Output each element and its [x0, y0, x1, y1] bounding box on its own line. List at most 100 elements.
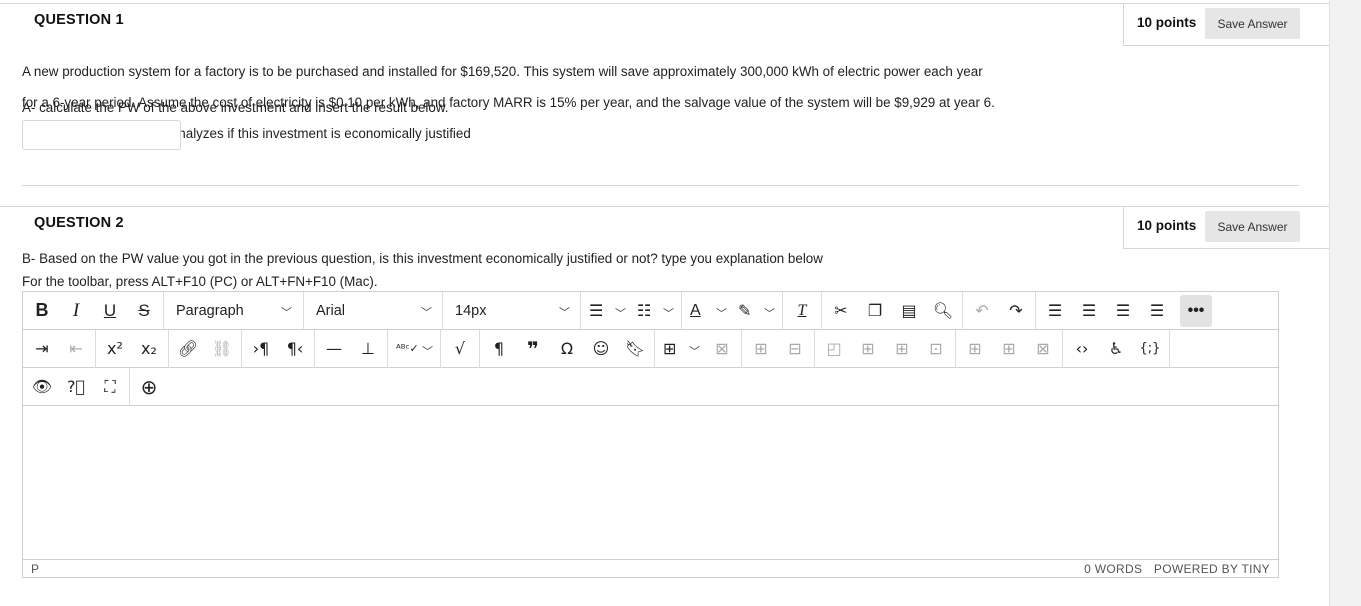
font-size-select[interactable]: 14px ﹀	[445, 296, 578, 326]
toolbar-group-lists: ☰ ﹀ ☷ ﹀	[581, 291, 682, 330]
word-count[interactable]: 0 WORDS	[1084, 562, 1142, 576]
clear-format-icon[interactable]: T	[785, 296, 819, 326]
paragraph-mark-icon[interactable]: ¶	[482, 334, 516, 364]
status-path[interactable]: P	[31, 562, 39, 576]
toolbar-group-view: 👁︎ ?⃝ ⛶	[23, 367, 130, 406]
question-1-title: QUESTION 1	[34, 12, 124, 28]
align-right-icon[interactable]: ☰	[1106, 296, 1140, 326]
font-family-select[interactable]: Arial ﹀	[306, 296, 440, 326]
align-left-icon[interactable]: ☰	[1038, 296, 1072, 326]
toolbar-group-history: ↶ ↷	[963, 291, 1036, 330]
toolbar-group-chars: ¶ ❞ Ω ☺ 🔖︎	[480, 329, 655, 368]
bold-icon[interactable]: B	[25, 296, 59, 326]
rtl-icon[interactable]: ¶‹	[278, 334, 312, 364]
paste-icon[interactable]: ▤	[892, 296, 926, 326]
toolbar-group-script: x² x₂	[96, 329, 169, 368]
special-char-icon[interactable]: Ω	[550, 334, 584, 364]
delete-row-icon[interactable]: ⊟	[778, 334, 812, 364]
add-content-icon[interactable]: ⊕	[132, 372, 166, 402]
toolbar-group-spell: ᴬᴮᶜ✓ ﹀	[388, 329, 441, 368]
chevron-down-icon: ﹀	[559, 305, 570, 319]
spellcheck-icon[interactable]: ᴬᴮᶜ✓ ﹀	[390, 334, 438, 364]
cut-icon[interactable]: ✂	[824, 296, 858, 326]
italic-icon[interactable]: I	[59, 296, 93, 326]
split-cell-icon[interactable]: ⊞	[885, 334, 919, 364]
question-2-header: QUESTION 2 10 points Save Answer	[0, 206, 1329, 249]
toolbar-group-align: ☰ ☰ ☰ ☰ •••	[1036, 292, 1214, 330]
font-family-value: Arial	[316, 302, 346, 319]
superscript-icon[interactable]: x²	[98, 334, 132, 364]
column-properties-icon[interactable]: ⊞	[992, 334, 1026, 364]
toolbar-group-direction: ›¶ ¶‹	[242, 329, 315, 368]
table-delete-icon[interactable]: ⊠	[705, 334, 739, 364]
link-icon[interactable]: 🔗︎	[171, 334, 205, 364]
underline-icon[interactable]: U	[93, 296, 127, 326]
font-size-value: 14px	[455, 302, 487, 319]
merge-cells-icon[interactable]: ◰	[817, 334, 851, 364]
toolbar-group-math: √	[441, 329, 480, 368]
undo-icon[interactable]: ↶	[965, 296, 999, 326]
emoticon-icon[interactable]: ☺	[584, 334, 618, 364]
question-1-save-button[interactable]: Save Answer	[1205, 8, 1300, 39]
question-1-answer-input[interactable]	[22, 120, 181, 150]
question-2-points-box: 10 points Save Answer	[1123, 207, 1329, 249]
editor-content-area[interactable]	[23, 408, 1278, 559]
question-2-save-button[interactable]: Save Answer	[1205, 211, 1300, 242]
toolbar-group-add: ⊕	[130, 368, 168, 406]
cell-properties-icon[interactable]: ⊡	[919, 334, 953, 364]
table-icon[interactable]: ⊞ ﹀	[657, 334, 705, 364]
toolbar-group-colors: A ﹀ ✎ ﹀	[682, 291, 783, 330]
powered-by-link[interactable]: POWERED BY TINY	[1154, 562, 1270, 576]
fullscreen-icon[interactable]: ⛶	[93, 372, 127, 402]
block-format-value: Paragraph	[176, 302, 244, 319]
strikethrough-icon[interactable]: S	[127, 296, 161, 326]
insert-row-icon[interactable]: ⊞	[744, 334, 778, 364]
unlink-icon[interactable]: ⛓	[205, 334, 239, 364]
ltr-icon[interactable]: ›¶	[244, 334, 278, 364]
help-icon[interactable]: ?⃝	[59, 372, 93, 402]
toolbar-group-size: 14px ﹀	[443, 291, 581, 330]
question-1-header: QUESTION 1 10 points Save Answer	[0, 3, 1329, 46]
text-color-icon[interactable]: A ﹀	[684, 296, 732, 326]
blockquote-icon[interactable]: ❞	[516, 334, 550, 364]
accessibility-icon[interactable]: ♿︎	[1099, 334, 1133, 364]
block-format-select[interactable]: Paragraph ﹀	[166, 296, 300, 326]
toolbar-group-cols: ⊞ ⊞ ⊠	[956, 329, 1063, 368]
subscript-icon[interactable]: x₂	[132, 334, 166, 364]
row-properties-icon[interactable]: ⊞	[958, 334, 992, 364]
source-code-icon[interactable]: ‹›	[1065, 334, 1099, 364]
toolbar-group-rows: ⊞ ⊟	[742, 329, 815, 368]
copy-icon[interactable]: ❐	[858, 296, 892, 326]
math-icon[interactable]: √	[443, 334, 477, 364]
indent-icon[interactable]: ⇥	[25, 334, 59, 364]
insert-anchor-icon[interactable]: ⊥	[351, 334, 385, 364]
toolbar-hint: For the toolbar, press ALT+F10 (PC) or A…	[22, 274, 378, 289]
toolbar-row-3: 👁︎ ?⃝ ⛶ ⊕	[23, 367, 1278, 406]
chevron-down-icon: ﹀	[281, 305, 292, 319]
more-icon[interactable]: •••	[1180, 294, 1212, 327]
toolbar-group-block: Paragraph ﹀	[164, 291, 304, 330]
find-icon[interactable]: 🔍︎	[926, 296, 960, 326]
question-2-points: 10 points	[1137, 218, 1197, 233]
rich-text-editor: B I U S Paragraph ﹀ Arial ﹀ 14px ﹀ ☰ ﹀ ☷ ﹀ A ﹀…	[22, 291, 1279, 578]
editor-statusbar: P 0 WORDS POWERED BY TINY	[23, 559, 1278, 577]
horizontal-rule-icon[interactable]: —	[317, 334, 351, 364]
insert-column-icon[interactable]: ⊞	[851, 334, 885, 364]
delete-column-icon[interactable]: ⊠	[1026, 334, 1060, 364]
align-center-icon[interactable]: ☰	[1072, 296, 1106, 326]
bookmark-icon[interactable]: 🔖︎	[618, 334, 652, 364]
justify-icon[interactable]: ☰	[1140, 296, 1174, 326]
chevron-down-icon: ﹀	[421, 305, 432, 319]
bullet-list-icon[interactable]: ☰ ﹀	[583, 296, 631, 326]
toolbar-group-font: Arial ﹀	[304, 291, 443, 330]
numbered-list-icon[interactable]: ☷ ﹀	[631, 296, 679, 326]
highlight-color-icon[interactable]: ✎ ﹀	[732, 296, 780, 326]
outdent-icon[interactable]: ⇤	[59, 334, 93, 364]
toolbar-group-clipboard: ✂ ❐ ▤ 🔍︎	[822, 291, 963, 330]
embed-icon[interactable]: {;}	[1133, 334, 1167, 364]
question-1-points: 10 points	[1137, 15, 1197, 30]
preview-icon[interactable]: 👁︎	[25, 372, 59, 402]
page-scrollbar[interactable]	[1329, 0, 1361, 606]
redo-icon[interactable]: ↷	[999, 296, 1033, 326]
toolbar-group-clear: T	[783, 291, 822, 330]
